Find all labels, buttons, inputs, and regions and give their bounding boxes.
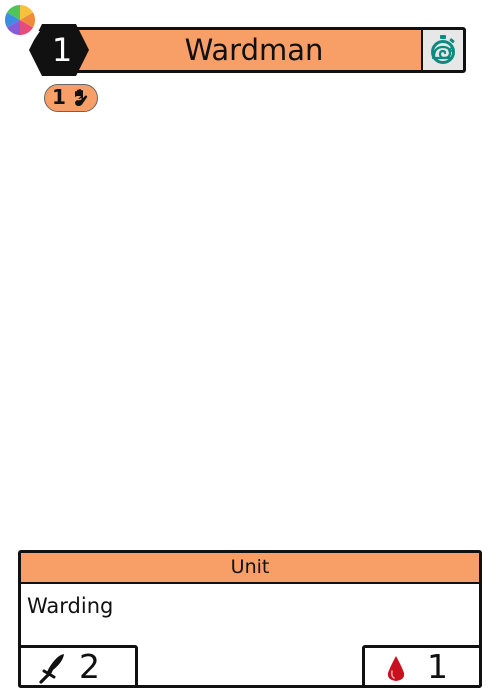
card-rules-text: Warding — [27, 594, 114, 618]
sword-icon — [39, 654, 64, 684]
timer-badge — [421, 30, 463, 70]
card-info-box: Unit Warding 2 1 — [18, 550, 482, 688]
tag-badge: 1 — [44, 84, 98, 112]
hand-icon — [75, 89, 88, 106]
stopwatch-snail-icon — [431, 35, 455, 64]
card-title-bar: Wardman — [56, 27, 466, 73]
attack-stat: 2 — [18, 645, 138, 688]
lightning-bolt-icon — [30, 23, 40, 43]
card-name: Wardman — [184, 33, 324, 67]
cost-value: 1 — [51, 31, 73, 69]
tag-value: 1 — [52, 85, 66, 109]
blood-drop-icon — [387, 656, 405, 681]
health-value: 1 — [427, 647, 448, 686]
health-stat: 1 — [362, 645, 482, 688]
cost-badge: 1 — [28, 23, 90, 77]
attack-value: 2 — [79, 647, 100, 686]
card-type: Unit — [21, 553, 479, 584]
